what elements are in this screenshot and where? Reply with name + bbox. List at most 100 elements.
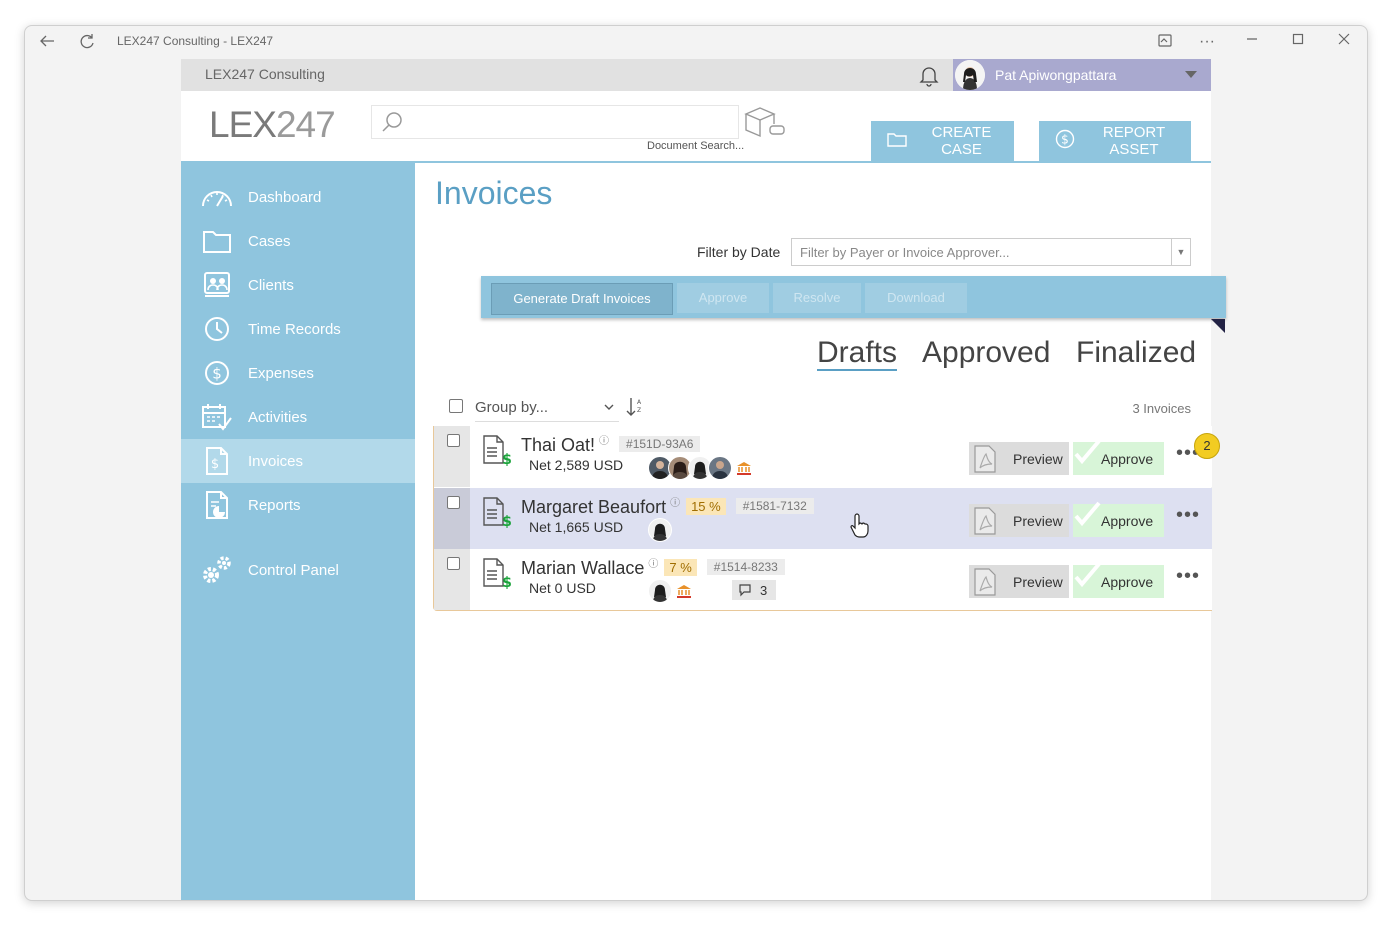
row-checkbox[interactable] <box>447 557 460 570</box>
checkmark-icon <box>1073 561 1103 591</box>
dollar-circle-icon: $ <box>200 358 234 388</box>
approve-label: Approve <box>1101 574 1154 590</box>
comment-count: 3 <box>760 583 768 598</box>
assignee-avatars[interactable] <box>648 456 752 480</box>
more-options-icon[interactable]: ··· <box>1197 32 1217 52</box>
tab-drafts-label: Drafts <box>817 336 898 371</box>
preview-button[interactable]: Preview <box>969 504 1069 537</box>
back-arrow-icon[interactable] <box>37 32 57 52</box>
approve-button[interactable]: Approve <box>1073 439 1164 475</box>
invoice-client-name[interactable]: Thai Oat! ⓘ #151D-93A6 <box>521 432 701 456</box>
more-actions-icon[interactable]: ••• <box>1176 565 1200 588</box>
info-icon[interactable]: ⓘ <box>648 559 658 570</box>
folder-icon <box>200 226 234 256</box>
sidebar-item-activities[interactable]: Activities <box>181 395 415 439</box>
invoice-row[interactable]: $ Margaret Beaufort ⓘ 15 % #1581-7132 Net 1… <box>434 488 1212 549</box>
info-icon[interactable]: ⓘ <box>599 436 609 447</box>
preview-button[interactable]: Preview <box>969 565 1069 598</box>
sidebar-item-control-panel[interactable]: Control Panel <box>181 548 415 592</box>
title-bar: LEX247 Consulting - LEX247 ··· <box>25 26 1367 58</box>
folder-icon <box>887 131 907 151</box>
user-menu[interactable]: Pat Apiwongpattara <box>953 59 1211 91</box>
dropdown-arrow-icon[interactable]: ▼ <box>1171 239 1190 265</box>
sidebar-item-reports[interactable]: Reports <box>181 483 415 527</box>
maximize-icon[interactable] <box>1288 32 1308 52</box>
search-icon <box>380 110 404 134</box>
approve-button[interactable]: Approve <box>1073 562 1164 598</box>
row-checkbox[interactable] <box>447 496 460 509</box>
filter-date-label[interactable]: Filter by Date <box>697 244 780 260</box>
svg-text:$: $ <box>502 575 512 589</box>
assignee-avatars[interactable] <box>648 518 672 542</box>
invoice-net-amount: Net 0 USD <box>529 580 596 596</box>
approve-toolbar-button[interactable]: Approve <box>677 283 769 313</box>
tab-finalized[interactable]: Finalized <box>1076 336 1196 370</box>
close-icon[interactable] <box>1334 32 1354 52</box>
sidebar-item-cases[interactable]: Cases <box>181 219 415 263</box>
row-checkbox[interactable] <box>447 434 460 447</box>
invoice-icon: $ <box>200 446 234 476</box>
download-toolbar-button[interactable]: Download <box>865 283 967 313</box>
svg-text:$: $ <box>1061 133 1069 147</box>
client-name-text: Marian Wallace <box>521 558 645 578</box>
cast-icon[interactable] <box>1155 32 1175 52</box>
invoice-id-tag: #1514-8233 <box>706 559 785 576</box>
sidebar-item-invoices[interactable]: $ Invoices <box>181 439 415 483</box>
invoice-document-icon: $ <box>482 496 512 530</box>
sidebar-item-label: Reports <box>248 496 301 514</box>
invoice-row[interactable]: $ Thai Oat! ⓘ #151D-93A6 Net 2,589 USD Pre… <box>434 426 1212 487</box>
app-window: LEX247 Consulting - LEX247 ··· LEX247 Co… <box>24 25 1368 901</box>
sidebar-item-dashboard[interactable]: Dashboard <box>181 175 415 219</box>
sidebar-item-time-records[interactable]: Time Records <box>181 307 415 351</box>
filter-placeholder: Filter by Payer or Invoice Approver... <box>800 245 1010 260</box>
row-gutter <box>434 426 470 487</box>
avatar <box>648 518 672 542</box>
package-search-icon[interactable] <box>742 104 786 140</box>
bell-icon[interactable] <box>917 63 941 87</box>
invoice-client-name[interactable]: Marian Wallace ⓘ 7 % #1514-8233 <box>521 555 785 579</box>
sidebar-item-expenses[interactable]: $ Expenses <box>181 351 415 395</box>
approve-button[interactable]: Approve <box>1073 501 1164 537</box>
sort-icon[interactable]: AZ <box>625 396 643 418</box>
tab-approved[interactable]: Approved <box>922 336 1050 370</box>
notification-badge[interactable]: 2 <box>1194 433 1220 459</box>
preview-label: Preview <box>1013 574 1063 590</box>
assignee-avatars[interactable] <box>648 579 692 603</box>
document-search-input[interactable] <box>371 105 739 139</box>
invoice-list: $ Thai Oat! ⓘ #151D-93A6 Net 2,589 USD Pre… <box>433 426 1212 611</box>
sidebar-item-label: Cases <box>248 232 291 250</box>
bank-icon <box>676 583 692 599</box>
group-by-select[interactable]: Group by... <box>475 399 619 422</box>
gears-icon <box>200 555 234 585</box>
invoice-client-name[interactable]: Margaret Beaufort ⓘ 15 % #1581-7132 <box>521 494 814 518</box>
avatar <box>648 579 672 603</box>
comment-count-badge[interactable]: 3 <box>732 580 776 600</box>
select-all-checkbox[interactable] <box>449 399 463 413</box>
preview-button[interactable]: Preview <box>969 442 1069 475</box>
discount-tag: 7 % <box>664 558 697 576</box>
info-icon[interactable]: ⓘ <box>670 498 680 509</box>
company-name: LEX247 Consulting <box>205 66 325 82</box>
sidebar-item-label: Dashboard <box>248 188 322 206</box>
app-logo[interactable]: LEX247 <box>209 104 336 146</box>
minimize-icon[interactable] <box>1242 32 1262 52</box>
payer-filter-select[interactable]: Filter by Payer or Invoice Approver... ▼ <box>791 238 1191 266</box>
sidebar-item-label: Expenses <box>248 364 314 382</box>
create-case-button[interactable]: CREATE CASE <box>871 121 1014 161</box>
bank-icon <box>736 460 752 476</box>
sidebar-item-clients[interactable]: Clients <box>181 263 415 307</box>
preview-label: Preview <box>1013 513 1063 529</box>
create-case-label: CREATE CASE <box>931 124 992 158</box>
resolve-toolbar-button[interactable]: Resolve <box>773 283 861 313</box>
avatar <box>708 456 732 480</box>
window-title: LEX247 Consulting - LEX247 <box>117 34 274 48</box>
generate-draft-invoices-button[interactable]: Generate Draft Invoices <box>491 283 673 315</box>
chevron-down-icon <box>603 401 615 416</box>
report-asset-button[interactable]: $ REPORT ASSET <box>1039 121 1191 161</box>
invoice-net-amount: Net 1,665 USD <box>529 519 624 535</box>
refresh-icon[interactable] <box>77 32 97 52</box>
report-asset-label: REPORT ASSET <box>1102 124 1166 158</box>
invoice-row[interactable]: $ Marian Wallace ⓘ 7 % #1514-8233 Net 0 USD… <box>434 549 1212 610</box>
more-actions-icon[interactable]: ••• <box>1176 504 1200 527</box>
tab-drafts[interactable]: Drafts <box>817 336 898 371</box>
